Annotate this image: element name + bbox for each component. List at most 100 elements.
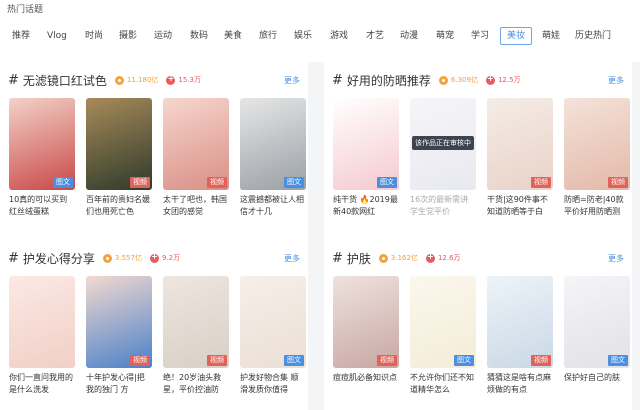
post-caption[interactable]: 百年前的贵妇名媛们也用死亡色 [86,194,152,218]
card-header: #无滤镜口红试色 11.180亿 15.3万 [8,72,201,88]
media-type-badge: 视频 [130,177,150,188]
post-thumbnail[interactable]: 图文 [564,276,630,368]
post-item[interactable]: 视频百年前的贵妇名媛们也用死亡色 [86,98,152,218]
growth-value: 12.6万 [437,254,461,262]
post-item[interactable]: 视频十年护发心得|把我的独门 方 [86,276,152,396]
tab-11[interactable]: 动漫 [400,27,418,45]
post-caption[interactable]: 10真的可以买到红丝绒蛋糕 [9,194,75,218]
post-caption[interactable]: 保护好自己的肤 [564,372,630,396]
growth-stat: 9.2万 [149,252,181,263]
heat-stat: 11.180亿 [114,75,158,85]
post-thumbnail[interactable]: 视频 [163,276,229,368]
more-link[interactable]: 更多 [284,75,300,86]
heat-value: 3.162亿 [390,254,418,262]
post-caption[interactable]: 猜猜这是啥有点麻烦做的有点 [487,372,553,396]
post-item[interactable]: 图文 10真的可以买到红丝绒蛋糕 [9,98,75,218]
growth-stat: 15.3万 [166,74,202,85]
tab-1[interactable]: Vlog [47,27,67,45]
post-thumbnail[interactable]: 视频 [564,98,630,190]
tab-15[interactable]: 萌娃 [542,27,560,45]
media-type-badge: 视频 [377,355,397,366]
post-thumbnail[interactable]: 视频 [487,98,553,190]
post-item[interactable]: 图文不允许你们还不知道精华怎么 [410,276,476,396]
post-thumbnail[interactable]: 视频 [487,276,553,368]
post-thumbnail[interactable]: 视频 [86,98,152,190]
post-item[interactable]: 视频绝！20岁油头救星，平价控油防 [163,276,229,396]
post-thumbnail[interactable]: 图文 [9,98,75,190]
media-type-badge: 图文 [284,177,304,188]
post-caption[interactable]: 你们一直问我用的是什么洗发 [9,372,75,396]
growth-value: 9.2万 [161,254,181,262]
tab-9[interactable]: 游戏 [330,27,348,45]
post-item[interactable]: 你们一直问我用的是什么洗发 [9,276,75,396]
post-thumbnail[interactable] [9,276,75,368]
tab-13[interactable]: 学习 [471,27,489,45]
topic-title[interactable]: 好用的防晒推荐 [347,72,431,89]
fire-icon [438,75,448,85]
post-item[interactable]: 图文保护好自己的肤 [564,276,630,396]
topic-title[interactable]: 护发心得分享 [23,250,95,267]
tab-4[interactable]: 运动 [154,27,172,45]
more-link[interactable]: 更多 [608,75,624,86]
post-caption[interactable]: 痘痘肌必备知识点 [333,372,399,396]
tab-12[interactable]: 萌宠 [436,27,454,45]
post-item[interactable]: 该作品正在审核中 16次的最新需讲 学生党平价 [410,98,476,218]
media-type-badge: 视频 [608,177,628,188]
tab-6[interactable]: 美食 [224,27,242,45]
post-thumbnail[interactable]: 图文 [240,276,306,368]
post-thumbnail[interactable]: 图文 [240,98,306,190]
tab-5[interactable]: 数码 [190,27,208,45]
growth-value: 15.3万 [178,76,202,84]
tab-14[interactable]: 美妆 [500,27,533,45]
post-thumbnail[interactable]: 视频 [86,276,152,368]
media-type-badge: 图文 [608,355,628,366]
post-item[interactable]: 图文纯干货 🔥2019最新40款网红 [333,98,399,218]
post-caption[interactable]: 防晒=防老|40款平价好用防晒测 [564,194,630,218]
post-caption[interactable]: 这震撼都被让人相信才十几 [240,194,306,218]
post-caption[interactable]: 绝！20岁油头救星，平价控油防 [163,372,229,396]
tab-16[interactable]: 历史热门 [575,27,611,45]
tab-7[interactable]: 旅行 [259,27,277,45]
topic-header: 热门话题 推荐 Vlog 时尚 摄影 运动 数码 美食 旅行 娱乐 游戏 才艺 动漫 萌宠 学习 美妆 萌娃历… [0,0,640,62]
page-title: 热门话题 [7,5,44,15]
post-item[interactable]: 图文这震撼都被让人相信才十几 [240,98,306,218]
tab-2[interactable]: 时尚 [85,27,103,45]
post-thumbnail[interactable]: 该作品正在审核中 [410,98,476,190]
post-caption[interactable]: 护发好物合集 顺滑发质你值得 [240,372,306,396]
tab-3[interactable]: 摄影 [119,27,137,45]
growth-stat: 12.5万 [485,74,521,85]
media-type-badge: 图文 [377,177,397,188]
post-caption[interactable]: 不允许你们还不知道精华怎么 [410,372,476,396]
tab-10[interactable]: 才艺 [366,27,384,45]
post-item[interactable]: 视频痘痘肌必备知识点 [333,276,399,396]
post-item[interactable]: 视频太干了吧也，韩国女团的感觉 [163,98,229,218]
tab-0[interactable]: 推荐 [12,27,30,45]
post-thumbnail[interactable]: 图文 [333,98,399,190]
media-type-badge: 图文 [53,177,73,188]
topic-card: #护发心得分享3.557亿9.2万更多你们一直问我用的是什么洗发视频十年护发心得… [0,240,308,410]
tab-8[interactable]: 娱乐 [294,27,312,45]
more-link[interactable]: 更多 [284,253,300,264]
media-type-badge: 视频 [207,177,227,188]
post-caption[interactable]: 太干了吧也，韩国女团的感觉 [163,194,229,218]
post-caption[interactable]: 16次的最新需讲 学生党平价 [410,194,476,218]
more-link[interactable]: 更多 [608,253,624,264]
post-caption[interactable]: 纯干货 🔥2019最新40款网红 [333,194,399,218]
post-thumbnail[interactable]: 图文 [410,276,476,368]
post-caption[interactable]: 干货|这90件事不知道防晒等于白 [487,194,553,218]
post-caption[interactable]: 十年护发心得|把我的独门 方 [86,372,152,396]
plus-icon [166,74,176,85]
growth-value: 12.5万 [497,76,521,84]
post-thumbnail[interactable]: 视频 [163,98,229,190]
topic-title[interactable]: 护肤 [347,250,371,267]
post-item[interactable]: 视频猜猜这是啥有点麻烦做的有点 [487,276,553,396]
post-item[interactable]: 图文护发好物合集 顺滑发质你值得 [240,276,306,396]
hashtag-icon: # [8,72,19,88]
post-thumbnail[interactable]: 视频 [333,276,399,368]
topic-card: #护肤3.162亿12.6万更多视频痘痘肌必备知识点图文不允许你们还不知道精华怎… [324,240,632,410]
post-item[interactable]: 视频防晒=防老|40款平价好用防晒测 [564,98,630,218]
post-item[interactable]: 视频干货|这90件事不知道防晒等于白 [487,98,553,218]
hashtag-icon: # [332,250,343,266]
topic-title[interactable]: 无滤镜口红试色 [23,72,107,89]
heat-stat: 3.557亿 [102,253,142,263]
